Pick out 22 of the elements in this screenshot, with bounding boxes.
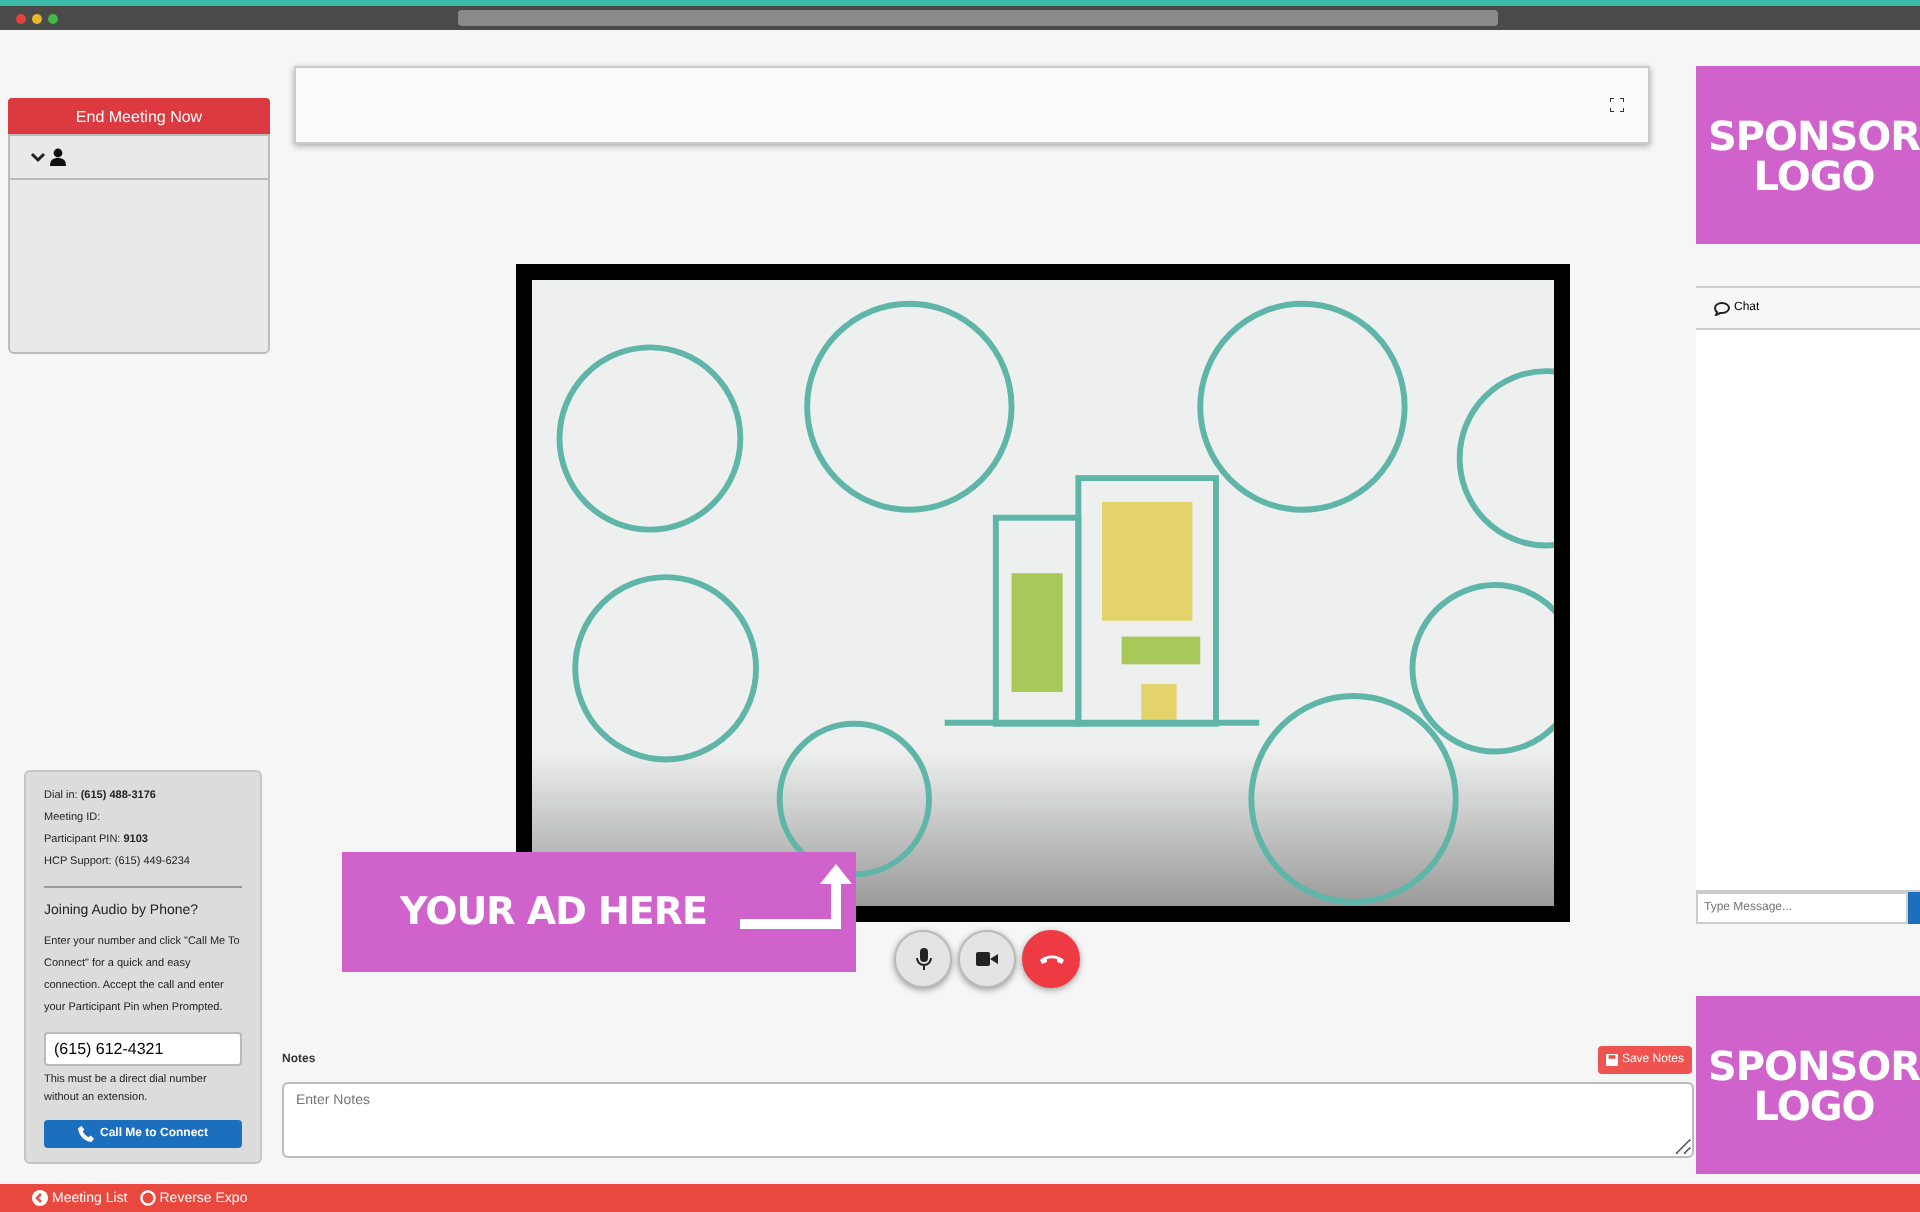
fullscreen-icon[interactable] [1610,98,1624,112]
microphone-button[interactable] [894,930,952,988]
ad-text: YOUR AD HERE [400,890,707,934]
person-icon [50,148,66,166]
microphone-icon [915,948,931,970]
window-controls-icon[interactable] [16,13,58,23]
arrow-icon [739,864,855,932]
back-icon [32,1190,48,1206]
save-icon [1605,1054,1618,1066]
camera-icon [976,952,998,966]
sponsor-logo: SPONSOR LOGO [1696,996,1920,1174]
end-meeting-button[interactable]: End Meeting Now [8,98,270,134]
circle-icon [139,1190,156,1206]
ad-banner[interactable]: YOUR AD HERE [342,852,856,972]
chevron-icon[interactable] [30,151,46,163]
speech-bubble-icon [1714,301,1730,315]
phone-input-field[interactable]: (615) 612-4321 [44,1032,242,1066]
sponsor-logo: SPONSOR LOGO [1696,66,1920,244]
phone-icon [77,1126,94,1142]
phone-icon [1039,954,1063,964]
hang-up-button[interactable] [1022,930,1080,988]
camera-button[interactable] [958,930,1016,988]
